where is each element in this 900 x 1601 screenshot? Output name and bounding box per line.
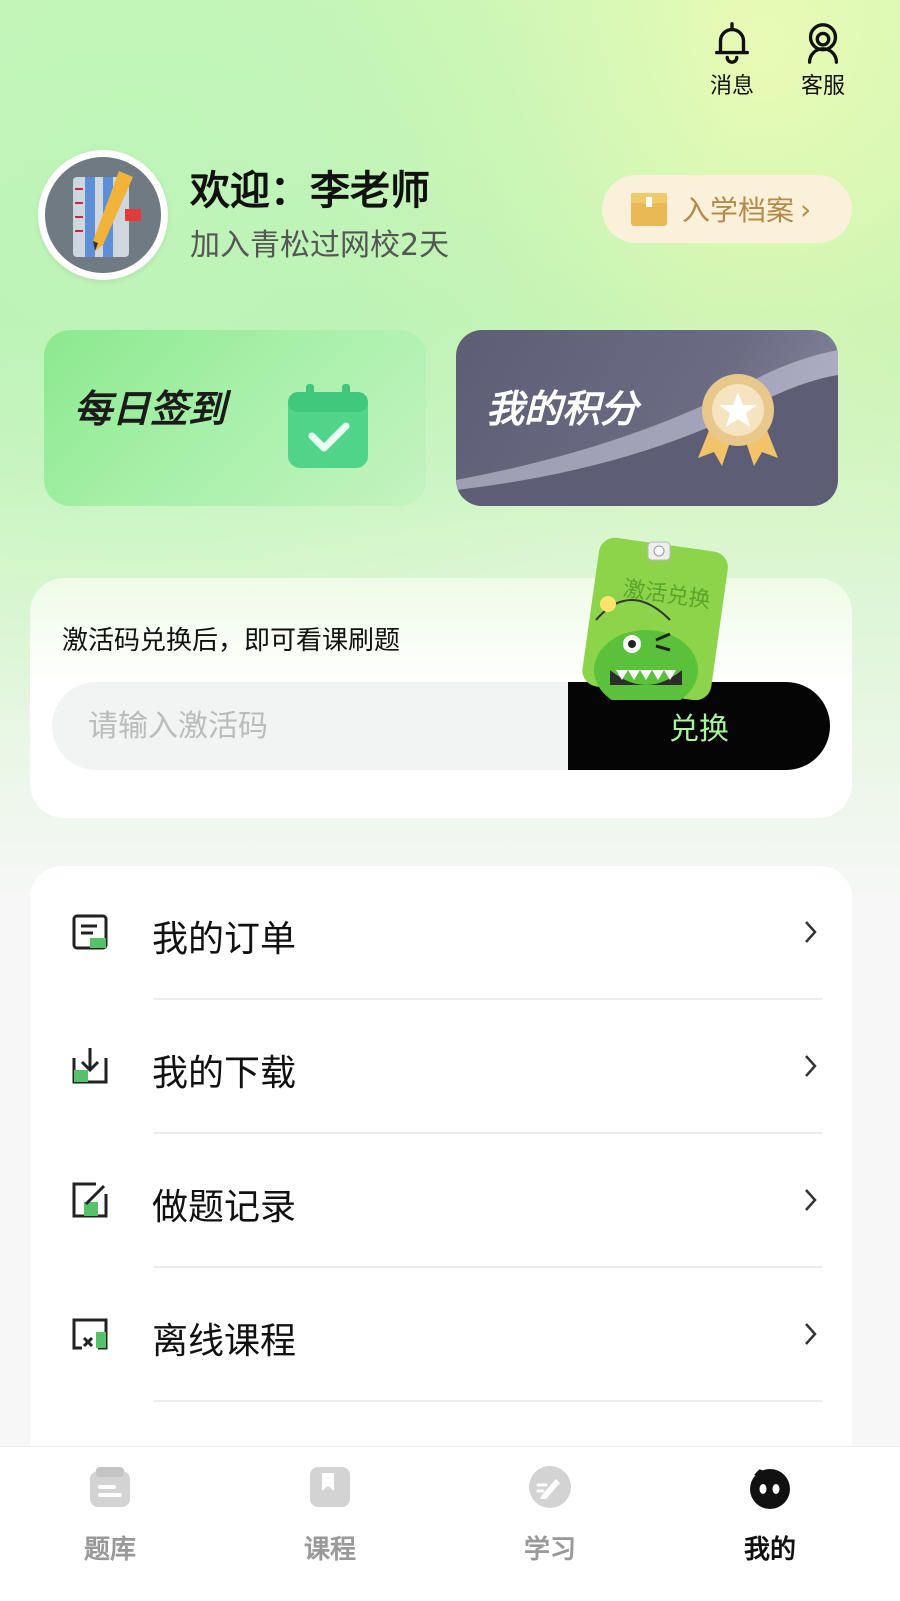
chevron-right-icon xyxy=(805,921,817,943)
calendar-check-icon xyxy=(288,384,368,468)
chevron-right-icon xyxy=(805,1055,817,1077)
tab-label: 我的 xyxy=(743,1535,796,1565)
mine-icon xyxy=(750,1469,790,1509)
activation-code-input[interactable] xyxy=(52,682,592,770)
my-points-title: 我的积分 xyxy=(486,387,639,431)
tab-label: 课程 xyxy=(303,1535,356,1565)
menu-item-label: 做题记录 xyxy=(152,1187,297,1228)
divider xyxy=(154,1400,822,1402)
question-bank-icon xyxy=(90,1467,130,1507)
menu-panel: 我的订单 我的下载 做题记录 离线课程 xyxy=(30,866,852,1486)
tab-label: 学习 xyxy=(523,1535,576,1565)
daily-sign-in-title: 每日签到 xyxy=(74,387,227,431)
menu-item-label: 离线课程 xyxy=(152,1321,297,1362)
messages-button[interactable]: 消息 xyxy=(702,20,762,100)
chevron-right-icon: › xyxy=(800,192,812,226)
medal-star-icon xyxy=(698,374,778,466)
tab-study[interactable]: 学习 xyxy=(490,1463,610,1583)
bottom-tab-bar: 题库 课程 学习 我的 xyxy=(0,1446,900,1601)
joined-days-text: 加入青松过网校2天 xyxy=(190,228,450,263)
activation-hint-text: 激活码兑换后，即可看课刷题 xyxy=(62,626,401,656)
bell-icon xyxy=(714,22,750,64)
menu-item-orders[interactable]: 我的订单 xyxy=(30,866,852,1000)
chevron-right-icon xyxy=(805,1323,817,1345)
archive-box-icon xyxy=(631,193,667,226)
customer-service-icon xyxy=(807,23,839,64)
tab-courses[interactable]: 课程 xyxy=(270,1463,390,1583)
menu-item-label: 我的订单 xyxy=(152,919,297,960)
study-icon xyxy=(529,1466,571,1508)
tab-label: 题库 xyxy=(83,1535,136,1565)
avatar[interactable] xyxy=(38,150,168,280)
customer-service-label: 客服 xyxy=(800,74,845,99)
notebook-pencil-icon xyxy=(73,171,141,257)
menu-item-practice-records[interactable]: 做题记录 xyxy=(30,1134,852,1268)
welcome-text: 欢迎：李老师 xyxy=(190,168,430,214)
menu-item-downloads[interactable]: 我的下载 xyxy=(30,1000,852,1134)
tab-question-bank[interactable]: 题库 xyxy=(50,1463,170,1583)
chevron-right-icon xyxy=(805,1189,817,1211)
daily-sign-in-card[interactable]: 每日签到 xyxy=(44,330,426,506)
edit-record-icon xyxy=(72,1182,108,1218)
messages-label: 消息 xyxy=(709,74,754,99)
tab-mine[interactable]: 我的 xyxy=(710,1463,830,1583)
enrollment-archive-button[interactable]: 入学档案 › xyxy=(602,175,852,243)
customer-service-button[interactable]: 客服 xyxy=(793,20,853,100)
activation-mascot-icon: 激活兑换 xyxy=(582,537,728,700)
order-icon xyxy=(72,914,108,950)
enrollment-archive-label: 入学档案 xyxy=(682,194,795,227)
course-icon xyxy=(310,1467,350,1507)
menu-item-label: 我的下载 xyxy=(152,1053,297,1094)
offline-course-icon xyxy=(72,1318,108,1350)
avatar-image xyxy=(45,157,161,273)
my-points-card[interactable]: 我的积分 xyxy=(456,330,838,506)
menu-item-offline-courses[interactable]: 离线课程 xyxy=(30,1268,852,1402)
download-icon xyxy=(72,1048,108,1084)
